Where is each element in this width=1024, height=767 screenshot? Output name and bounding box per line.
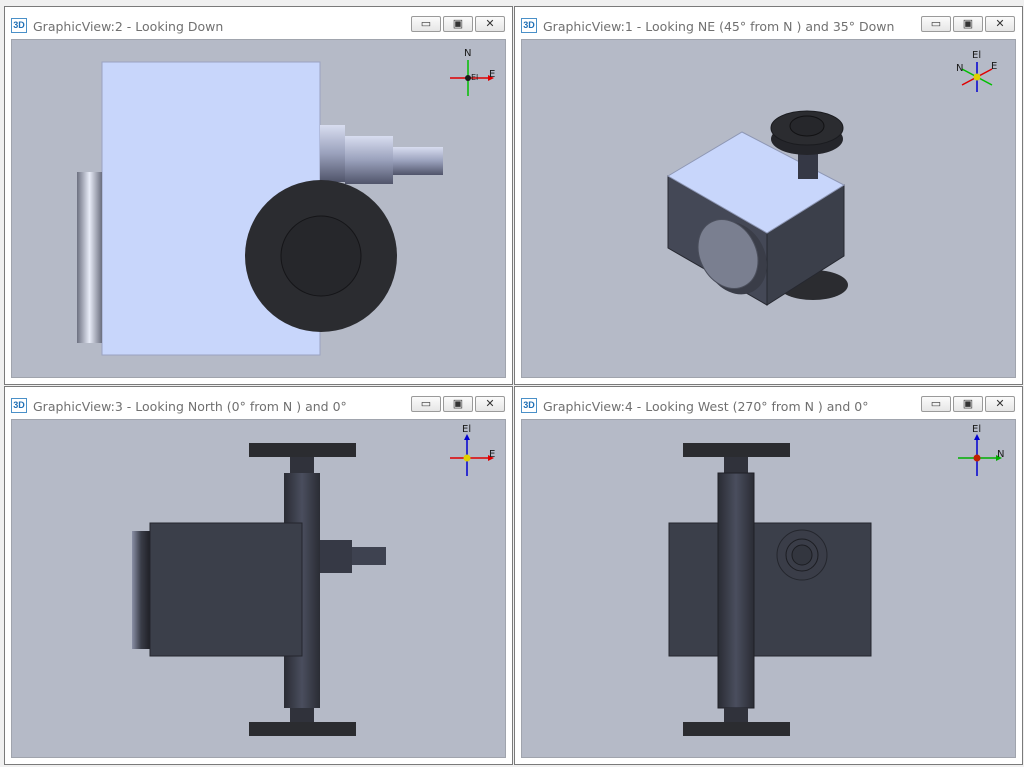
graphic-view-3-window: 3D GraphicView:3 - Looking North (0° fro… (4, 386, 513, 765)
nozzle-step-2 (345, 136, 393, 184)
minimize-button[interactable]: ▭ (411, 16, 441, 32)
restore-button[interactable]: ▣ (443, 16, 473, 32)
top-flange-neck (290, 457, 314, 473)
title-bar[interactable]: 3D GraphicView:3 - Looking North (0° fro… (5, 387, 512, 419)
3d-app-icon: 3D (521, 398, 537, 413)
nozzle-step (320, 540, 352, 573)
minimize-button[interactable]: ▭ (921, 16, 951, 32)
axis-label-east: E (991, 61, 997, 72)
axis-label-elevation: El (471, 73, 478, 82)
restore-button[interactable]: ▣ (443, 396, 473, 412)
3d-viewport-looking-west[interactable]: El N (521, 419, 1016, 758)
nozzle-tube (393, 147, 443, 175)
nozzle-step-1 (320, 125, 345, 182)
graphic-view-1-window: 3D GraphicView:1 - Looking NE (45° from … (514, 6, 1023, 385)
close-button[interactable]: ✕ (985, 16, 1015, 32)
left-flange (77, 172, 102, 343)
bottom-flange (683, 722, 790, 736)
title-bar[interactable]: 3D GraphicView:2 - Looking Down ▭ ▣ ✕ (5, 7, 512, 39)
axis-label-east: E (489, 449, 495, 460)
side-flange (132, 531, 150, 649)
nozzle-tube (352, 547, 386, 565)
axis-label-elevation: El (972, 50, 981, 61)
top-flange (249, 443, 356, 457)
box-body (668, 522, 872, 657)
minimize-button[interactable]: ▭ (411, 396, 441, 412)
nozzle-end-inner (791, 544, 813, 566)
top-flange (683, 443, 790, 457)
axis-triad: El N E (956, 50, 997, 92)
scene-north-elevation: El E (132, 424, 495, 736)
title-bar[interactable]: 3D GraphicView:1 - Looking NE (45° from … (515, 7, 1022, 39)
axis-label-north: N (997, 449, 1004, 460)
axis-label-elevation: El (972, 424, 981, 435)
axis-label-north: N (464, 48, 471, 59)
restore-button[interactable]: ▣ (953, 16, 983, 32)
scene-west-elevation: El N (668, 424, 1004, 736)
graphic-view-2-window: 3D GraphicView:2 - Looking Down ▭ ▣ ✕ N … (4, 6, 513, 385)
window-title: GraphicView:2 - Looking Down (33, 19, 224, 34)
window-title: GraphicView:3 - Looking North (0° from N… (33, 399, 347, 414)
top-flange-inner (789, 115, 825, 137)
bottom-flange (249, 722, 356, 736)
window-title: GraphicView:1 - Looking NE (45° from N )… (543, 19, 895, 34)
3d-app-icon: 3D (11, 398, 27, 413)
axis-label-east: E (489, 69, 495, 80)
close-button[interactable]: ✕ (475, 396, 505, 412)
3d-viewport-looking-ne[interactable]: El N E (521, 39, 1016, 378)
pipe-flange-inner-ring (280, 215, 362, 297)
scene-isometric-view: El N E (667, 50, 997, 306)
close-button[interactable]: ✕ (475, 16, 505, 32)
box-body (149, 522, 303, 657)
top-flange-neck (724, 457, 748, 473)
bottom-flange-neck (724, 708, 748, 724)
axis-triad: El E (450, 424, 495, 476)
axis-label-elevation: El (462, 424, 471, 435)
minimize-button[interactable]: ▭ (921, 396, 951, 412)
axis-triad: N E El (450, 48, 495, 96)
restore-button[interactable]: ▣ (953, 396, 983, 412)
axis-label-north: N (956, 63, 963, 74)
3d-app-icon: 3D (521, 18, 537, 33)
axis-triad: El N (958, 424, 1004, 476)
3d-app-icon: 3D (11, 18, 27, 33)
3d-viewport-looking-down[interactable]: N E El (11, 39, 506, 378)
title-bar[interactable]: 3D GraphicView:4 - Looking West (270° fr… (515, 387, 1022, 419)
bottom-flange-neck (290, 708, 314, 724)
window-title: GraphicView:4 - Looking West (270° from … (543, 399, 869, 414)
vertical-pipe (717, 472, 755, 709)
3d-viewport-looking-north[interactable]: El E (11, 419, 506, 758)
scene-plan-view: N E El (77, 48, 495, 356)
graphic-view-4-window: 3D GraphicView:4 - Looking West (270° fr… (514, 386, 1023, 765)
close-button[interactable]: ✕ (985, 396, 1015, 412)
